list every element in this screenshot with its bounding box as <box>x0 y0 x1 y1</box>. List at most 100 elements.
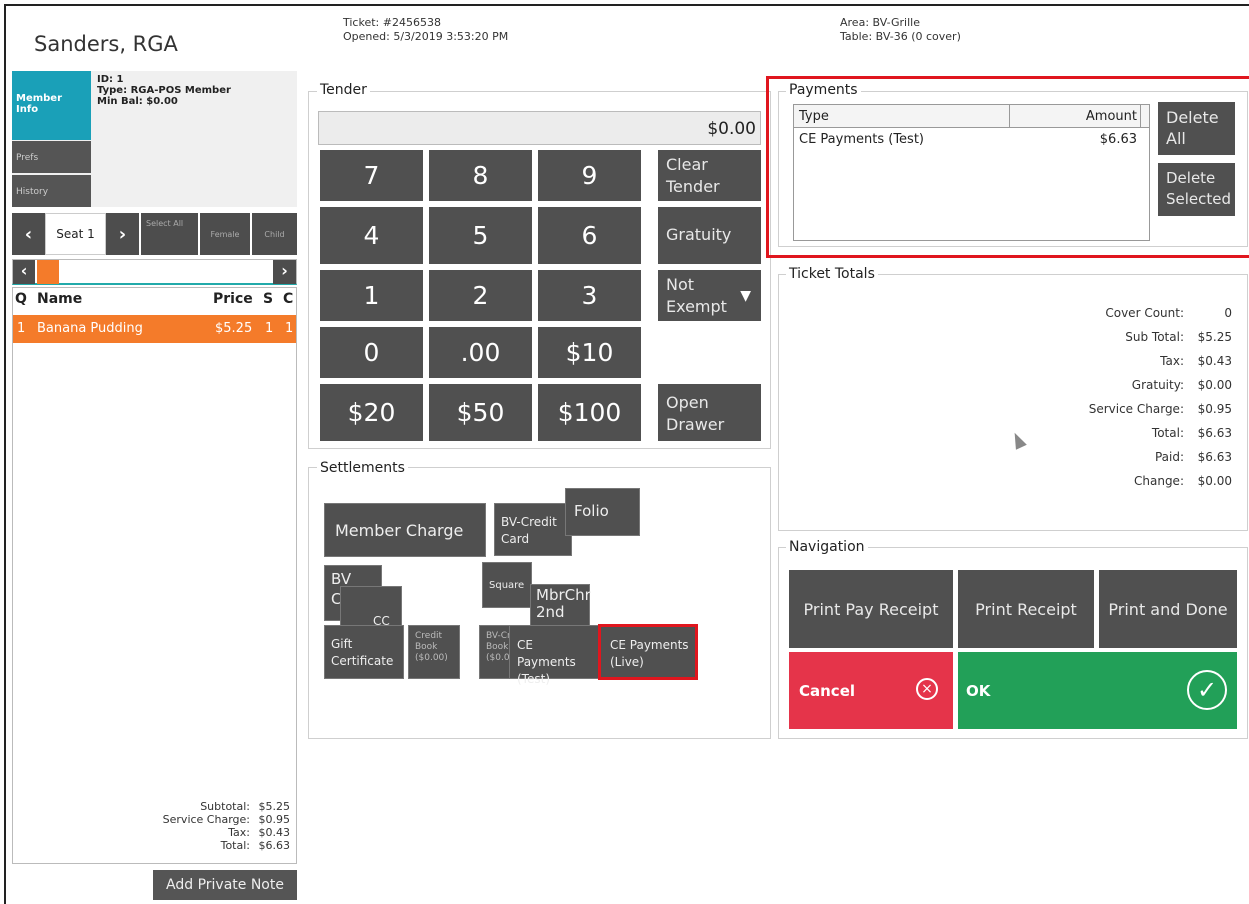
key-8[interactable]: 8 <box>429 150 532 201</box>
payments-table: Type Amount CE Payments (Test) $6.63 <box>793 104 1150 241</box>
navigation-title: Navigation <box>786 539 868 555</box>
table-label: Table: BV-36 (0 cover) <box>840 30 961 43</box>
col-q: Q <box>15 291 27 307</box>
tender-title: Tender <box>317 82 370 98</box>
total-label: Total: <box>220 839 250 852</box>
tab-member-info-label: Member Info <box>16 93 63 115</box>
key-50-dollars[interactable]: $50 <box>429 384 532 441</box>
order-row-q: 1 <box>17 321 26 336</box>
member-id: ID: 1 <box>97 74 124 85</box>
bv-credit-card-button[interactable]: BV-Credit Card <box>494 503 572 556</box>
key-9[interactable]: 9 <box>538 150 641 201</box>
order-row-name: Banana Pudding <box>37 321 143 336</box>
gift-certificate-button[interactable]: Gift Certificate <box>324 625 404 679</box>
change-value: $0.00 <box>1197 474 1232 488</box>
paid-label: Paid: <box>1154 450 1184 464</box>
delete-selected-button[interactable]: Delete Selected <box>1158 163 1235 216</box>
female-button[interactable]: Female <box>200 213 250 255</box>
key-3[interactable]: 3 <box>538 270 641 321</box>
order-totals: Subtotal: $5.25 Service Charge: $0.95 Tax:… <box>113 800 290 852</box>
order-row-price: $5.25 <box>215 321 253 336</box>
tax-exempt-dropdown[interactable]: Not Exempt ▼ <box>658 270 761 321</box>
select-all-button[interactable]: Select All <box>141 213 198 255</box>
cancel-button[interactable]: Cancel × <box>789 652 953 729</box>
key-0[interactable]: 0 <box>320 327 423 378</box>
scroll-thumb[interactable] <box>37 260 59 284</box>
checkmark-circle-icon: ✓ <box>1187 670 1227 710</box>
key-1[interactable]: 1 <box>320 270 423 321</box>
tender-display: $0.00 <box>318 111 761 145</box>
scroll-right-button[interactable]: › <box>273 260 296 284</box>
key-10-dollars[interactable]: $10 <box>538 327 641 378</box>
scroll-left-button[interactable]: ‹ <box>13 260 35 284</box>
order-scrollbar[interactable]: ‹ › <box>12 259 297 285</box>
credit-book-button[interactable]: Credit Book ($0.00) <box>408 625 460 679</box>
key-6[interactable]: 6 <box>538 207 641 264</box>
ticket-tax-value: $0.43 <box>1197 354 1232 368</box>
ce-payments-live-button[interactable]: CE Payments (Live) <box>598 624 698 680</box>
ticket-tax-label: Tax: <box>1160 354 1184 368</box>
key-7[interactable]: 7 <box>320 150 423 201</box>
col-s: S <box>263 291 274 307</box>
seat-prev-button[interactable]: ‹ <box>12 213 45 255</box>
seat-next-button[interactable]: › <box>106 213 139 255</box>
member-min-balance: Min Bal: $0.00 <box>97 96 178 107</box>
female-label: Female <box>210 229 240 239</box>
change-label: Change: <box>1134 474 1184 488</box>
add-private-note-button[interactable]: Add Private Note <box>153 870 297 900</box>
subtotal-value: $5.25 <box>258 800 291 813</box>
col-price: Price <box>213 291 253 307</box>
print-receipt-button[interactable]: Print Receipt <box>958 570 1094 648</box>
tab-prefs-label: Prefs <box>16 153 39 163</box>
member-charge-button[interactable]: Member Charge <box>324 503 486 557</box>
payment-row-type: CE Payments (Test) <box>799 132 924 147</box>
key-5[interactable]: 5 <box>429 207 532 264</box>
ticket-totals-list: Cover Count: 0 Sub Total: $5.25 Tax: $0.43 … <box>1000 306 1232 498</box>
child-label: Child <box>264 229 285 239</box>
chevron-right-icon: › <box>118 223 127 245</box>
total-value: $6.63 <box>258 839 291 852</box>
child-button[interactable]: Child <box>252 213 297 255</box>
payments-title: Payments <box>786 82 861 98</box>
print-and-done-button[interactable]: Print and Done <box>1099 570 1237 648</box>
order-row[interactable]: 1 Banana Pudding $5.25 1 1 <box>13 315 296 343</box>
ok-label: OK <box>966 682 991 700</box>
col-name: Name <box>37 291 83 307</box>
ticket-total-value: $6.63 <box>1197 426 1232 440</box>
key-2[interactable]: 2 <box>429 270 532 321</box>
key-double-zero[interactable]: .00 <box>429 327 532 378</box>
tab-member-info[interactable]: Member Info <box>12 71 91 140</box>
ticket-number: Ticket: #2456538 <box>343 16 441 29</box>
chevron-left-icon: ‹ <box>20 261 28 280</box>
col-amount: Amount <box>1085 109 1137 124</box>
key-100-dollars[interactable]: $100 <box>538 384 641 441</box>
gratuity-button[interactable]: Gratuity <box>658 207 761 264</box>
seat-label: Seat 1 <box>45 213 106 255</box>
payment-row[interactable]: CE Payments (Test) $6.63 <box>794 132 1149 152</box>
ce-payments-test-button[interactable]: CE Payments (Test) <box>509 625 599 686</box>
print-pay-receipt-button[interactable]: Print Pay Receipt <box>789 570 953 648</box>
area-label: Area: BV-Grille <box>840 16 920 29</box>
ticket-total-label: Total: <box>1151 426 1184 440</box>
key-20-dollars[interactable]: $20 <box>320 384 423 441</box>
tab-history[interactable]: History <box>12 175 91 207</box>
tab-prefs[interactable]: Prefs <box>12 141 91 173</box>
settlements-title: Settlements <box>317 460 408 476</box>
paid-value: $6.63 <box>1197 450 1232 464</box>
ticket-service-charge-value: $0.95 <box>1197 402 1232 416</box>
key-4[interactable]: 4 <box>320 207 423 264</box>
open-drawer-button[interactable]: Open Drawer <box>658 384 761 441</box>
col-type: Type <box>799 109 829 124</box>
order-list: Q Name Price S C 1 Banana Pudding $5.25 … <box>12 287 297 864</box>
folio-button[interactable]: Folio <box>565 488 640 536</box>
clear-tender-button[interactable]: Clear Tender <box>658 150 761 201</box>
sub-total-label: Sub Total: <box>1125 330 1184 344</box>
ok-button[interactable]: OK ✓ <box>958 652 1237 729</box>
ticket-opened: Opened: 5/3/2019 3:53:20 PM <box>343 30 509 43</box>
triangle-down-icon: ▼ <box>740 288 751 304</box>
square-button[interactable]: Square <box>482 562 532 608</box>
payments-header: Type Amount <box>794 105 1149 128</box>
close-circle-icon: × <box>916 678 938 700</box>
chevron-left-icon: ‹ <box>24 223 33 245</box>
delete-all-button[interactable]: Delete All <box>1158 102 1235 155</box>
